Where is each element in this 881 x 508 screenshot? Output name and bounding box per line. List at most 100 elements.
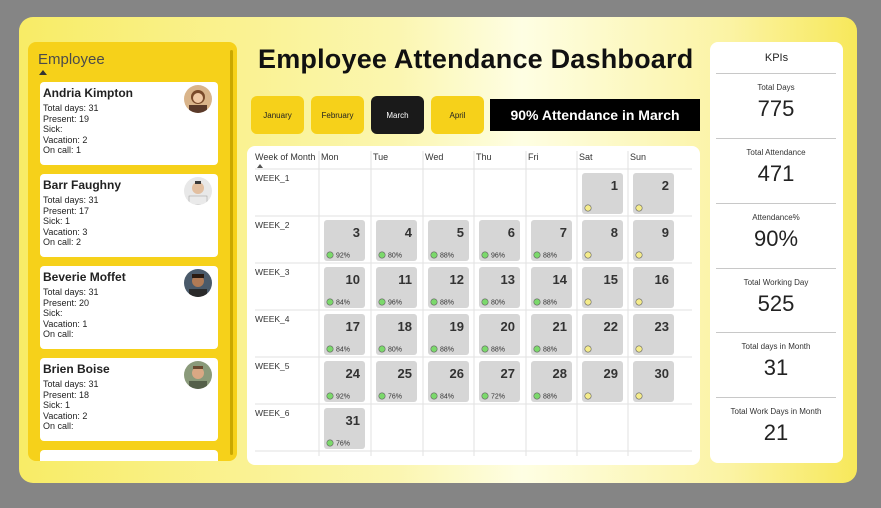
status-dot-icon [481,345,489,353]
kpi-total-working-day: Total Working Day 525 [716,268,836,317]
month-button-march[interactable]: March [371,96,424,134]
day-number: 30 [655,366,669,381]
status-dot-icon [430,298,438,306]
status-dot-icon [635,392,643,400]
avatar [184,269,212,297]
day-attendance-percent: 80% [388,347,402,354]
calendar-header: Week of Month [255,152,315,162]
status-dot-icon [635,204,643,212]
calendar-header: Fri [528,152,539,162]
employee-panel: Employee Andria Kimpton Total days: 31 P… [28,42,237,461]
employee-name: Andria Kimpton [43,86,133,100]
employee-stats: Total days: 31 Present: 18 Sick: 1 Vacat… [43,379,99,431]
day-attendance-percent: 72% [491,394,505,401]
day-attendance-percent: 88% [543,347,557,354]
day-attendance-percent: 76% [388,394,402,401]
status-dot-icon [635,298,643,306]
day-number: 5 [457,225,464,240]
day-number: 15 [604,272,618,287]
day-number: 11 [398,272,412,287]
day-number: 7 [560,225,567,240]
status-dot-icon [584,298,592,306]
day-number: 16 [655,272,669,287]
day-number: 19 [450,319,464,334]
employee-name: Barr Faughny [43,178,122,192]
employee-scrollbar[interactable] [230,50,233,455]
week-label: WEEK_6 [255,408,290,418]
day-number: 10 [346,272,360,287]
employee-panel-title: Employee [38,51,105,68]
status-dot-icon [378,251,386,259]
kpi-attendance-percent: Attendance% 90% [716,203,836,252]
attendance-calendar: Week of Month Mon Tue Wed Thu Fri Sat Sun WEEK_1… [247,146,700,465]
employee-card[interactable]: Beverie Moffet Total days: 31 Present: 2… [40,266,218,349]
calendar-header: Thu [476,152,492,162]
calendar-grid: Week of Month Mon Tue Wed Thu Fri Sat Sun WEEK_1… [255,151,692,456]
day-attendance-percent: 88% [543,253,557,260]
avatar [184,85,212,113]
week-label: WEEK_4 [255,314,290,324]
day-number: 27 [501,366,515,381]
status-dot-icon [533,345,541,353]
week-label: WEEK_1 [255,173,290,183]
employee-card-partial[interactable] [40,450,218,461]
month-button-april[interactable]: April [431,96,484,134]
kpi-total-attendance: Total Attendance 471 [716,138,836,187]
day-attendance-percent: 84% [336,347,350,354]
day-attendance-percent: 88% [440,347,454,354]
day-number: 26 [450,366,464,381]
status-dot-icon [481,298,489,306]
employee-card[interactable]: Barr Faughny Total days: 31 Present: 17 … [40,174,218,257]
status-dot-icon [326,298,334,306]
day-attendance-percent: 88% [440,300,454,307]
employee-stats: Total days: 31 Present: 20 Sick: Vacatio… [43,287,99,339]
kpi-panel: KPIs Total Days 775 Total Attendance 471… [710,42,843,463]
day-number: 9 [662,225,669,240]
day-attendance-percent: 92% [336,394,350,401]
week-label: WEEK_3 [255,267,290,277]
status-dot-icon [584,204,592,212]
employee-stats: Total days: 31 Present: 17 Sick: 1 Vacat… [43,195,99,247]
calendar-header: Tue [373,152,388,162]
day-number: 3 [353,225,360,240]
day-number: 22 [604,319,618,334]
calendar-header: Mon [321,152,339,162]
status-dot-icon [635,251,643,259]
day-attendance-percent: 88% [440,253,454,260]
day-number: 28 [553,366,567,381]
day-number: 17 [346,319,360,334]
sort-arrow-icon[interactable] [39,70,47,75]
day-number: 31 [346,413,360,428]
employee-name: Brien Boise [43,362,110,376]
day-attendance-percent: 76% [336,441,350,448]
day-attendance-percent: 80% [388,253,402,260]
status-dot-icon [378,298,386,306]
day-attendance-percent: 92% [336,253,350,260]
status-dot-icon [481,392,489,400]
employee-name: Beverie Moffet [43,270,126,284]
status-dot-icon [326,345,334,353]
status-dot-icon [430,392,438,400]
day-number: 12 [450,272,464,287]
day-number: 14 [553,272,568,287]
kpi-total-days: Total Days 775 [716,73,836,122]
employee-card[interactable]: Andria Kimpton Total days: 31 Present: 1… [40,82,218,165]
week-label: WEEK_5 [255,361,290,371]
day-number: 6 [508,225,515,240]
day-number: 25 [398,366,412,381]
calendar-header: Wed [425,152,443,162]
status-dot-icon [378,345,386,353]
day-attendance-percent: 88% [491,347,505,354]
status-dot-icon [430,251,438,259]
status-dot-icon [326,251,334,259]
status-dot-icon [584,392,592,400]
page-title: Employee Attendance Dashboard [258,44,694,74]
status-dot-icon [430,345,438,353]
day-number: 18 [398,319,412,334]
employee-card[interactable]: Brien Boise Total days: 31 Present: 18 S… [40,358,218,441]
kpi-work-days-in-month: Total Work Days in Month 21 [716,397,836,446]
month-button-january[interactable]: January [251,96,304,134]
month-button-february[interactable]: February [311,96,364,134]
attendance-banner: 90% Attendance in March [490,99,700,131]
kpi-title: KPIs [764,52,789,64]
